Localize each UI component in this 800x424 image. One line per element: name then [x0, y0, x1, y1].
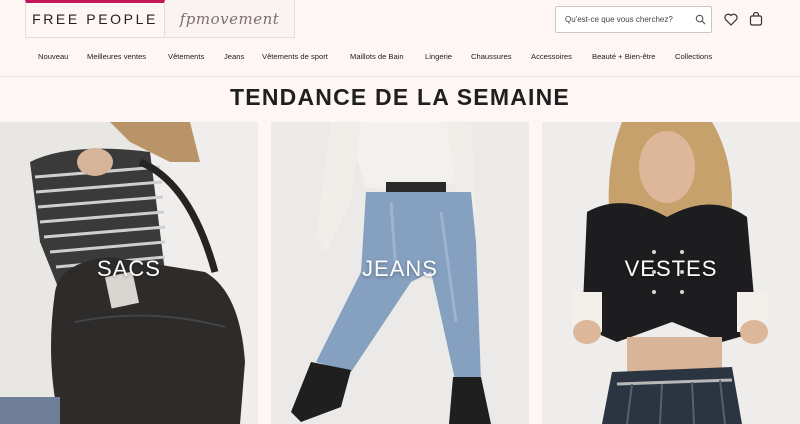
nav-item-vetements-de-sport[interactable]: Vêtements de sport — [262, 49, 328, 65]
category-card-vestes[interactable]: VESTES — [542, 122, 800, 424]
card-label-sacs: SACS — [97, 256, 161, 281]
free-people-logo: FREE PEOPLE — [32, 10, 158, 27]
nav-item-jeans[interactable]: Jeans — [224, 49, 244, 65]
site-header: FREE PEOPLE fpmovement Qu'est-ce que vou… — [0, 0, 800, 77]
search-box[interactable]: Qu'est-ce que vous cherchez? — [555, 6, 712, 33]
search-input[interactable]: Qu'est-ce que vous cherchez? — [565, 15, 689, 24]
nav-item-meilleures-ventes[interactable]: Meilleures ventes — [87, 49, 146, 65]
shopping-bag-icon[interactable] — [748, 11, 764, 27]
nav-item-chaussures[interactable]: Chaussures — [471, 49, 512, 65]
section-title: TENDANCE DE LA SEMAINE — [230, 84, 570, 110]
nav-item-vetements[interactable]: Vêtements — [168, 49, 204, 65]
category-card-jeans[interactable]: JEANS — [271, 122, 529, 424]
main-nav: Nouveau Meilleures ventes Vêtements Jean… — [0, 49, 800, 65]
brand-tabs: FREE PEOPLE fpmovement — [25, 0, 295, 38]
brand-tab-free-people[interactable]: FREE PEOPLE — [25, 0, 165, 38]
search-icon[interactable] — [689, 14, 711, 25]
nav-item-maillots-de-bain[interactable]: Maillots de Bain — [350, 49, 404, 65]
heart-icon[interactable] — [723, 11, 739, 27]
card-label-jeans: JEANS — [362, 256, 438, 281]
nav-item-collections[interactable]: Collections — [675, 49, 712, 65]
nav-item-nouveau[interactable]: Nouveau — [38, 49, 68, 65]
nav-item-lingerie[interactable]: Lingerie — [425, 49, 452, 65]
nav-item-beaute-bien-etre[interactable]: Beauté + Bien-être — [592, 49, 656, 65]
nav-item-accessoires[interactable]: Accessoires — [531, 49, 572, 65]
card-label-vestes: VESTES — [624, 256, 718, 281]
brand-tab-fp-movement[interactable]: fpmovement — [165, 0, 295, 38]
fp-movement-logo: fpmovement — [179, 9, 280, 28]
category-card-sacs[interactable]: SACS — [0, 122, 258, 424]
